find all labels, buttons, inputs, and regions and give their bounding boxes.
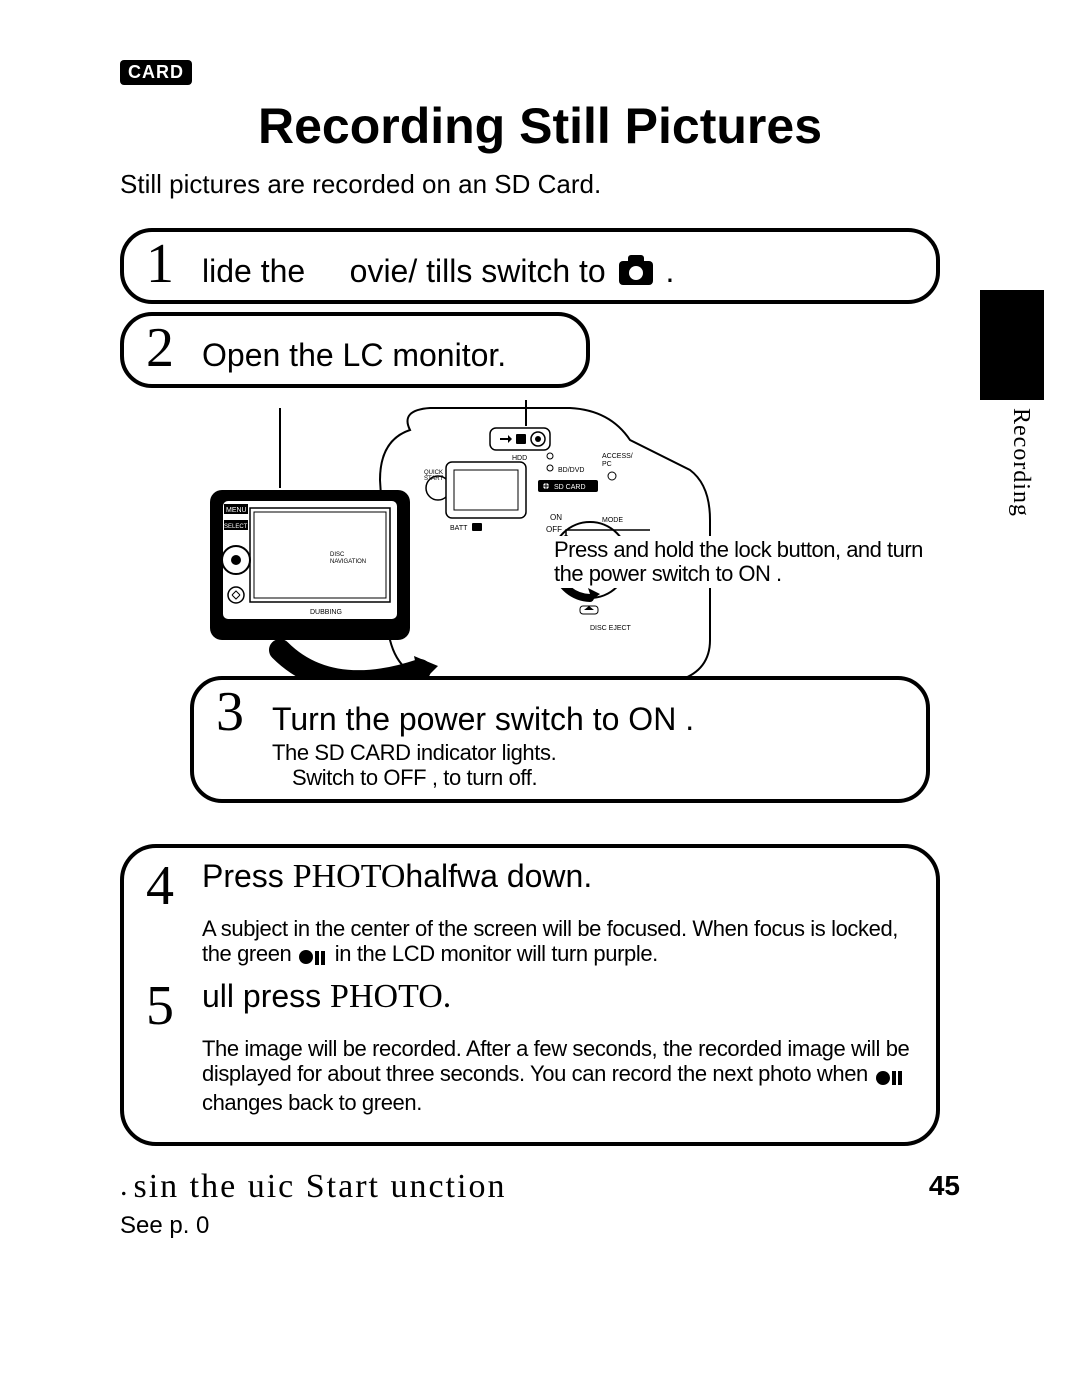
quickstart-text: sin the uic Start unction: [134, 1168, 507, 1205]
step-5-text: ull press PHOTO.: [202, 978, 451, 1015]
step-2-text: Open the LC monitor.: [202, 337, 506, 374]
step-3-text: Turn the power switch to ON .: [272, 701, 694, 738]
photo-label-1: PHOTO: [293, 858, 406, 895]
section-tab: [980, 290, 1044, 400]
step-1-text-d: .: [666, 253, 675, 289]
step-3-box: 3 Turn the power switch to ON . The SD C…: [190, 676, 930, 803]
on-label: ON: [550, 513, 562, 522]
dubbing-label: DUBBING: [310, 609, 342, 616]
step-1-number: 1: [146, 236, 186, 292]
page-number: 45: [929, 1170, 960, 1202]
focus-indicator-icon: [299, 943, 327, 970]
bd-label: BD/DVD: [558, 467, 584, 474]
svg-text:START: START: [424, 476, 443, 482]
step-3-sub1: The SD CARD indicator lights.: [272, 740, 904, 765]
step-4-sub: A subject in the center of the screen wi…: [202, 916, 914, 970]
step-1-box: 1 lide the ovie/ tills switch to .: [120, 228, 940, 304]
mode-label: MODE: [602, 517, 623, 524]
see-page-ref: See p. 0: [120, 1212, 960, 1240]
step-4-text-b: halfwa down.: [405, 858, 592, 894]
camera-diagram-area: MENU SELECT DISC NAVIGATION DUBBING QUIC…: [120, 396, 960, 836]
step-2-box: 2 Open the LC monitor.: [120, 312, 590, 388]
step-5-number: 5: [146, 978, 186, 1034]
step-3-number: 3: [216, 684, 256, 740]
step-1-text-c: tills switch to: [426, 253, 606, 289]
step-5-text-a: ull press: [202, 978, 330, 1014]
eject-label: DISC EJECT: [590, 625, 632, 632]
svg-text:NAVIGATION: NAVIGATION: [330, 559, 366, 565]
step-1-text-b: ovie/: [350, 253, 418, 289]
svg-text:PC: PC: [602, 461, 612, 468]
step-4-text-a: Press: [202, 858, 293, 894]
disc-nav-label: DISC: [330, 552, 345, 558]
step-3-sub2: Switch to OFF , to turn off.: [292, 765, 904, 790]
batt-label: BATT: [450, 525, 468, 532]
sd-label: SD CARD: [554, 484, 586, 491]
photo-label-2: PHOTO.: [330, 978, 451, 1015]
hdd-label: HDD: [512, 455, 527, 462]
quickstart-heading: .sin the uic Start unction: [120, 1168, 960, 1206]
power-switch-callout: Press and hold the lock button, and turn…: [550, 536, 930, 588]
page-title: Recording Still Pictures: [120, 97, 960, 155]
step-2-number: 2: [146, 320, 186, 376]
menu-label: MENU: [226, 507, 247, 514]
step-1-text: lide the ovie/ tills switch to .: [202, 253, 674, 290]
intro-text: Still pictures are recorded on an SD Car…: [120, 169, 960, 200]
step-4-5-box: 4 Press PHOTOhalfwa down. A subject in t…: [120, 844, 940, 1146]
section-tab-label: Recording: [1007, 408, 1034, 517]
card-badge: CARD: [120, 60, 192, 85]
focus-indicator-icon-2: [876, 1063, 904, 1090]
quickstart-bullet: .: [120, 1169, 130, 1202]
camera-icon: [619, 261, 653, 285]
step-5-sub: The image will be recorded. After a few …: [202, 1036, 914, 1115]
select-label: SELECT: [224, 524, 248, 530]
access-label: ACCESS/: [602, 453, 633, 460]
step-4-number: 4: [146, 858, 186, 914]
off-label: OFF: [546, 525, 562, 534]
step-4-text: Press PHOTOhalfwa down.: [202, 858, 592, 895]
step-1-text-a: lide the: [202, 253, 305, 289]
